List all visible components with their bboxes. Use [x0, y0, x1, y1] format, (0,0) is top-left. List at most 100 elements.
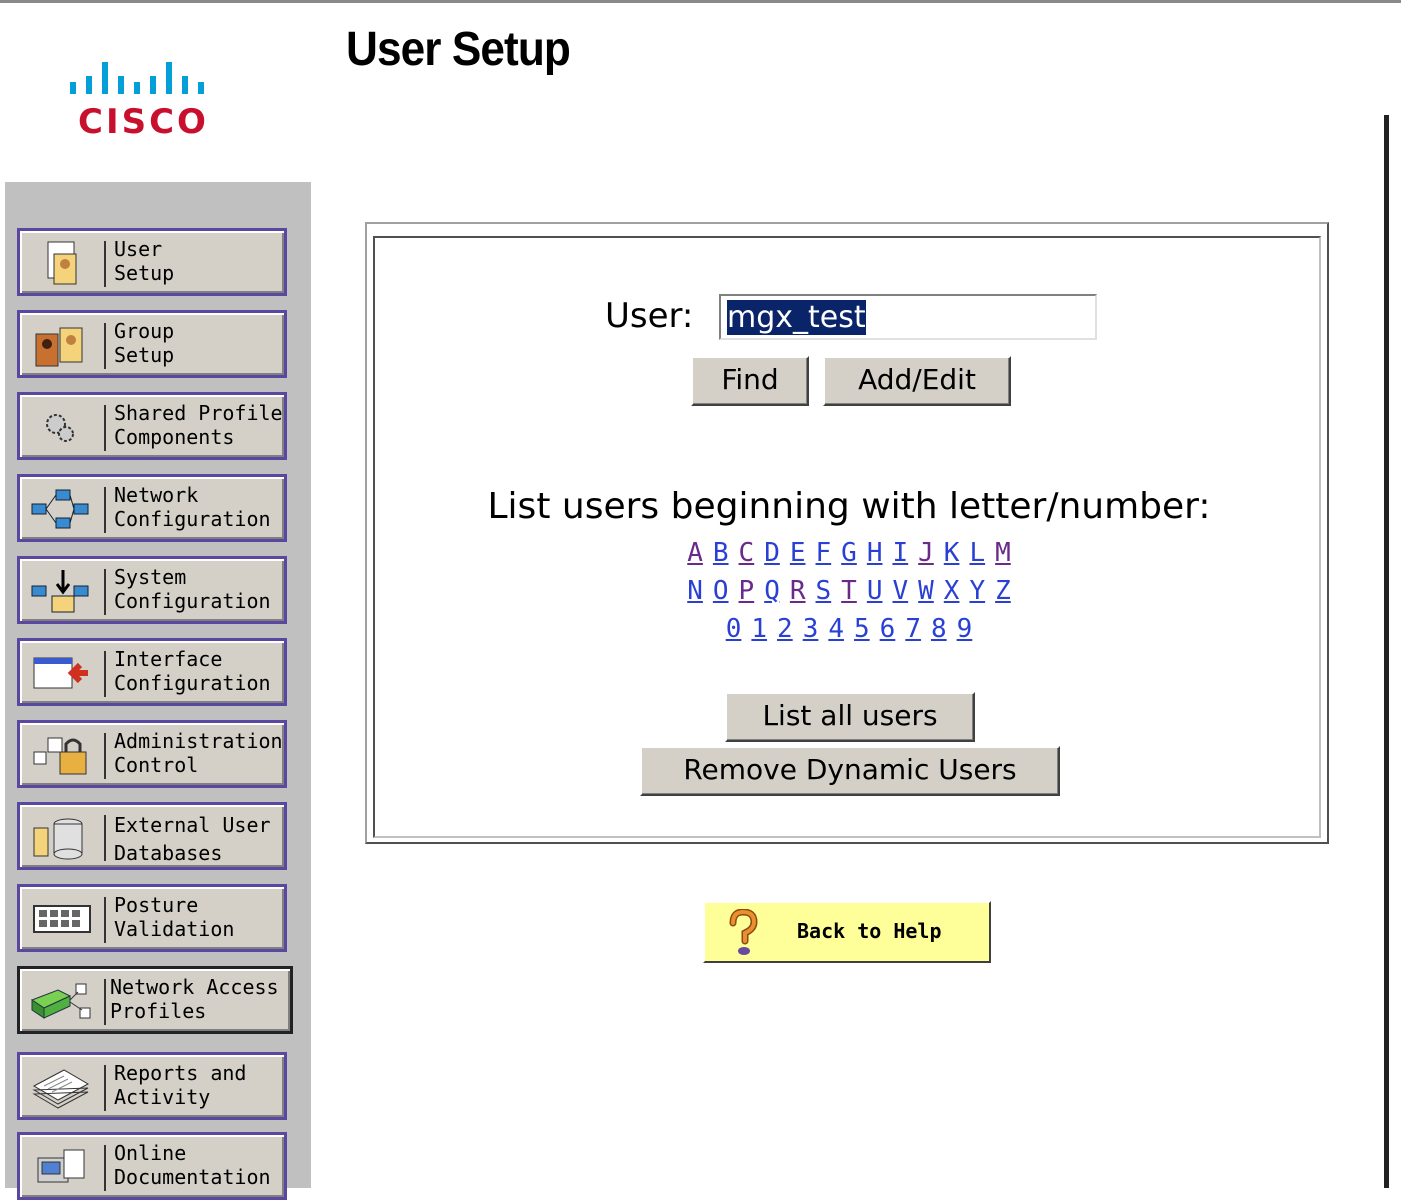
user-search-panel: User: mgx_test Find Add/Edit List users …	[365, 222, 1329, 844]
letter-row-a-m: ABCDEFGHIJKLM	[375, 538, 1323, 568]
reports-icon	[32, 1069, 90, 1109]
nav-separator	[104, 323, 106, 369]
list-all-users-button[interactable]: List all users	[725, 692, 975, 742]
shared-profile-icon	[46, 414, 74, 442]
find-button[interactable]: Find	[691, 356, 809, 406]
letter-link[interactable]: R	[790, 576, 806, 606]
letter-link[interactable]: H	[867, 538, 883, 568]
back-to-help-label: Back to Help	[797, 919, 942, 943]
letter-link[interactable]: N	[687, 576, 703, 606]
nav-separator	[104, 487, 106, 533]
number-link[interactable]: 1	[751, 614, 767, 644]
letter-link[interactable]: M	[995, 538, 1011, 568]
nav-separator	[104, 405, 106, 451]
letter-link[interactable]: A	[687, 538, 703, 568]
external-db-icon	[33, 818, 83, 860]
frame-divider	[1384, 115, 1389, 1188]
letter-link[interactable]: J	[918, 538, 934, 568]
nav-separator	[104, 815, 106, 861]
number-link[interactable]: 4	[828, 614, 844, 644]
letter-link[interactable]: G	[841, 538, 857, 568]
number-link[interactable]: 2	[777, 614, 793, 644]
nav-interface-config-label: Interface Configuration	[114, 647, 271, 695]
nav-group-setup[interactable]: Group Setup	[17, 310, 287, 378]
network-config-icon	[31, 489, 89, 529]
letter-link[interactable]: F	[816, 538, 832, 568]
number-link[interactable]: 9	[957, 614, 973, 644]
nav-user-setup-label: User Setup	[114, 237, 175, 285]
nav-group-setup-label: Group Setup	[114, 319, 175, 367]
back-to-help-button[interactable]: Back to Help	[703, 901, 991, 963]
cisco-logo-bars-icon	[70, 62, 204, 94]
sidebar: User Setup Group Setup Shared Profile Co…	[5, 182, 311, 1200]
nav-network-access-profiles[interactable]: Network Access Profiles	[17, 966, 293, 1034]
nav-separator	[104, 651, 106, 697]
nav-external-user-databases[interactable]: External User Databases	[17, 802, 287, 870]
letter-link[interactable]: Q	[764, 576, 780, 606]
nav-separator	[104, 1065, 106, 1111]
nav-admin-control-label: Administration Control	[114, 729, 283, 777]
letter-link[interactable]: C	[739, 538, 755, 568]
nav-network-configuration[interactable]: Network Configuration	[17, 474, 287, 542]
system-config-icon	[31, 570, 89, 613]
number-link[interactable]: 7	[905, 614, 921, 644]
nav-network-config-label: Network Configuration	[114, 483, 271, 531]
list-users-heading: List users beginning with letter/number:	[487, 486, 1211, 527]
nav-interface-configuration[interactable]: Interface Configuration	[17, 638, 287, 706]
letter-link[interactable]: X	[944, 576, 960, 606]
number-link[interactable]: 0	[726, 614, 742, 644]
letter-link[interactable]: E	[790, 538, 806, 568]
nav-online-documentation[interactable]: Online Documentation	[17, 1132, 287, 1200]
letter-link[interactable]: W	[918, 576, 934, 606]
nav-system-configuration[interactable]: System Configuration	[17, 556, 287, 624]
nav-posture-validation[interactable]: Posture Validation	[17, 884, 287, 952]
nav-system-config-label: System Configuration	[114, 565, 271, 613]
nav-external-db-label: External User Databases	[114, 813, 271, 865]
letter-link[interactable]: K	[944, 538, 960, 568]
user-search-panel-inner: User: mgx_test Find Add/Edit List users …	[373, 236, 1321, 838]
add-edit-button[interactable]: Add/Edit	[823, 356, 1011, 406]
letter-link[interactable]: D	[764, 538, 780, 568]
nav-nap-label: Network Access Profiles	[110, 975, 279, 1023]
top-border-line	[0, 0, 1401, 3]
admin-control-icon	[33, 737, 87, 775]
letter-link[interactable]: B	[713, 538, 729, 568]
number-link[interactable]: 8	[931, 614, 947, 644]
user-field-label: User:	[605, 296, 694, 336]
nav-separator	[104, 979, 106, 1025]
nav-reports-and-activity[interactable]: Reports and Activity	[17, 1052, 287, 1120]
nav-shared-profile-components[interactable]: Shared Profile Components	[17, 392, 287, 460]
user-input[interactable]: mgx_test	[719, 294, 1097, 340]
number-link[interactable]: 6	[880, 614, 896, 644]
letter-link[interactable]: O	[713, 576, 729, 606]
nav-separator	[104, 241, 106, 287]
letter-link[interactable]: T	[841, 576, 857, 606]
question-mark-icon	[729, 909, 758, 955]
letter-link[interactable]: I	[892, 538, 908, 568]
remove-dynamic-users-button[interactable]: Remove Dynamic Users	[640, 746, 1060, 796]
cisco-logo: CISCO	[60, 58, 240, 142]
letter-link[interactable]: S	[816, 576, 832, 606]
letter-link[interactable]: V	[892, 576, 908, 606]
letter-link[interactable]: Z	[995, 576, 1011, 606]
nav-separator	[104, 897, 106, 943]
nav-reports-label: Reports and Activity	[114, 1061, 247, 1109]
nav-separator	[104, 733, 106, 779]
user-setup-icon	[47, 241, 77, 285]
letter-link[interactable]: Y	[969, 576, 985, 606]
nav-user-setup[interactable]: User Setup	[17, 228, 287, 296]
cisco-logo-text: CISCO	[78, 102, 209, 142]
nav-separator	[104, 569, 106, 615]
letter-row-n-z: NOPQRSTUVWXYZ	[375, 576, 1323, 606]
letter-link[interactable]: P	[739, 576, 755, 606]
group-setup-icon	[35, 327, 83, 367]
nav-administration-control[interactable]: Administration Control	[17, 720, 287, 788]
letter-link[interactable]: U	[867, 576, 883, 606]
number-link[interactable]: 3	[803, 614, 819, 644]
number-row-0-9: 0123456789	[375, 614, 1323, 644]
letter-link[interactable]: L	[969, 538, 985, 568]
number-link[interactable]: 5	[854, 614, 870, 644]
nap-icon	[30, 983, 91, 1019]
nav-separator	[104, 1145, 106, 1191]
documentation-icon	[37, 1149, 85, 1183]
